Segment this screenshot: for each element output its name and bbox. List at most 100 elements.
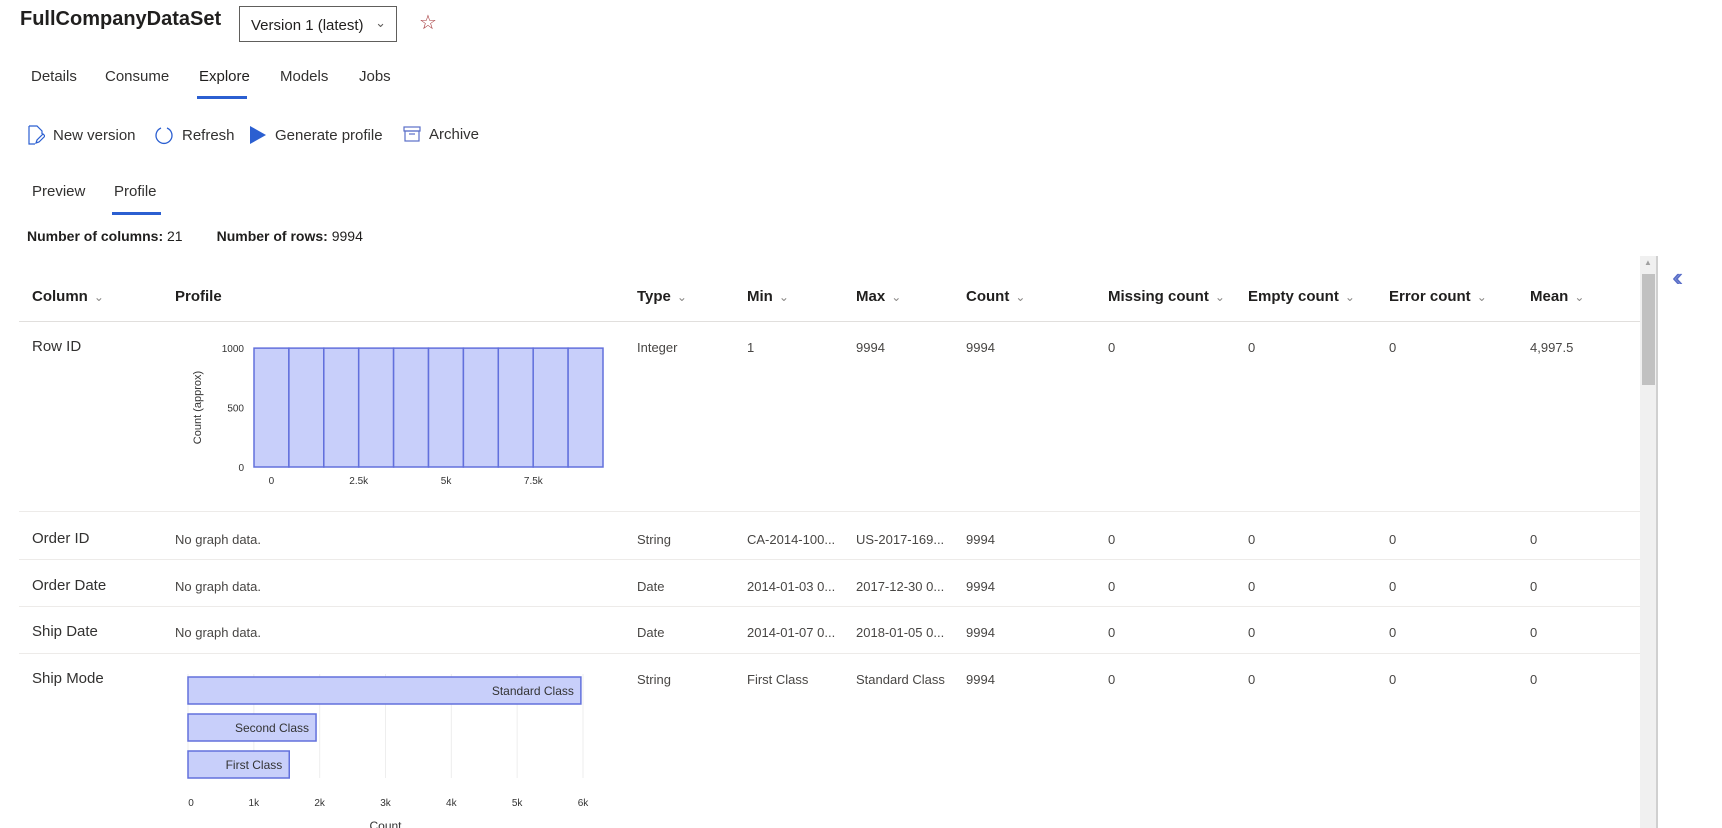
cell-type: String [637, 532, 671, 547]
tab-explore[interactable]: Explore [199, 68, 250, 85]
x-axis-label: Count [369, 819, 402, 828]
header-error-count[interactable]: Error count ⌄ [1389, 288, 1487, 305]
x-tick-label: 0 [188, 798, 194, 809]
x-tick-label: 2.5k [349, 476, 369, 487]
x-tick-label: 5k [512, 798, 524, 809]
collapse-panel-icon[interactable]: ‹‹ [1672, 262, 1684, 293]
header-label: Min [747, 288, 773, 305]
chevron-down-icon: ⌄ [1344, 290, 1355, 304]
y-axis-label: Count (approx) [192, 371, 204, 444]
cell-error-count: 0 [1389, 532, 1397, 547]
cell-empty-count: 0 [1248, 672, 1256, 687]
tab-details[interactable]: Details [31, 68, 77, 85]
row-id-histogram: 0 500 1000 0 2.5k 5k 7.5k Count (approx) [192, 344, 604, 487]
chevron-down-icon: ⌄ [676, 290, 687, 304]
dataset-stats: Number of columns: 21 Number of rows: 99… [27, 228, 363, 244]
chevron-down-icon: ⌄ [1015, 290, 1026, 304]
cell-column: Order ID [32, 530, 90, 547]
cell-min: CA-2014-100... [747, 532, 836, 547]
cell-type: Integer [637, 340, 678, 355]
active-tab-indicator [197, 96, 247, 99]
subtab-profile[interactable]: Profile [114, 183, 157, 200]
cell-max: 2018-01-05 0... [856, 625, 945, 640]
scrollbar-thumb[interactable] [1642, 274, 1655, 385]
header-label: Missing count [1108, 288, 1209, 305]
row-divider [19, 606, 1640, 607]
cell-profile: No graph data. [175, 579, 262, 594]
cell-error-count: 0 [1389, 672, 1397, 687]
cell-mean: 0 [1530, 532, 1538, 547]
rows-label: Number of rows: [216, 228, 328, 244]
header-label: Mean [1530, 288, 1569, 305]
x-tick-label: 1k [249, 798, 261, 809]
cell-count: 9994 [966, 340, 995, 355]
tab-jobs[interactable]: Jobs [359, 68, 391, 85]
header-profile[interactable]: Profile [175, 288, 222, 305]
x-tick-label: 0 [269, 476, 275, 487]
header-missing-count[interactable]: Missing count ⌄ [1108, 288, 1225, 305]
cell-missing-count: 0 [1108, 340, 1116, 355]
cell-type: String [637, 672, 671, 687]
refresh-icon [155, 127, 173, 144]
x-tick-label: 2k [314, 798, 326, 809]
cell-min: 1 [747, 340, 755, 355]
cell-mean: 0 [1530, 579, 1538, 594]
cell-column: Ship Mode [32, 670, 104, 687]
tab-consume[interactable]: Consume [105, 68, 169, 85]
header-column[interactable]: Column ⌄ [32, 288, 104, 305]
bar-label: Second Class [235, 721, 309, 735]
histogram-bar [357, 347, 395, 468]
cell-error-count: 0 [1389, 625, 1397, 640]
header-count[interactable]: Count ⌄ [966, 288, 1025, 305]
header-empty-count[interactable]: Empty count ⌄ [1248, 288, 1355, 305]
header-label: Type [637, 288, 671, 305]
header-mean[interactable]: Mean ⌄ [1530, 288, 1584, 305]
header-label: Column [32, 288, 88, 305]
cell-missing-count: 0 [1108, 672, 1116, 687]
rows-value: 9994 [331, 228, 363, 244]
cell-min: First Class [747, 672, 809, 687]
cell-empty-count: 0 [1248, 340, 1256, 355]
header-type[interactable]: Type ⌄ [637, 288, 687, 305]
histogram-bar [288, 347, 325, 468]
row-divider [19, 653, 1640, 654]
refresh-button[interactable]: Refresh [154, 125, 235, 145]
cell-max: 2017-12-30 0... [856, 579, 945, 594]
cell-column: Row ID [32, 338, 82, 355]
header-label: Count [966, 288, 1010, 305]
cell-type: Date [637, 625, 665, 640]
favorite-star-icon[interactable]: ☆ [419, 10, 437, 35]
generate-profile-button[interactable]: Generate profile [249, 125, 383, 145]
header-max[interactable]: Max ⌄ [856, 288, 901, 305]
tab-models[interactable]: Models [280, 68, 328, 85]
archive-button[interactable]: Archive [403, 125, 479, 143]
cell-column: Ship Date [32, 623, 98, 640]
dataset-title: FullCompanyDataSet [20, 8, 222, 30]
cell-mean: 0 [1530, 672, 1538, 687]
active-subtab-indicator [112, 212, 161, 215]
subtab-preview[interactable]: Preview [32, 183, 85, 200]
cell-error-count: 0 [1389, 340, 1397, 355]
new-version-label: New version [53, 126, 136, 144]
header-divider [19, 321, 1640, 322]
x-tick-label: 6k [578, 798, 590, 809]
x-tick-label: 3k [380, 798, 392, 809]
cell-error-count: 0 [1389, 579, 1397, 594]
header-min[interactable]: Min ⌄ [747, 288, 789, 305]
cell-count: 9994 [966, 672, 995, 687]
scroll-up-icon[interactable]: ▲ [1644, 258, 1652, 267]
chevron-down-icon: ⌄ [1476, 290, 1487, 304]
columns-label: Number of columns: [27, 228, 164, 244]
archive-icon [403, 126, 421, 142]
histogram-bar [392, 347, 430, 468]
cell-profile: No graph data. [175, 625, 262, 640]
histogram-bar [323, 347, 360, 468]
cell-mean: 0 [1530, 625, 1538, 640]
version-dropdown[interactable]: Version 1 (latest) ⌄ [239, 6, 397, 42]
new-version-button[interactable]: New version [27, 125, 136, 145]
cell-empty-count: 0 [1248, 532, 1256, 547]
version-value: Version 1 (latest) [251, 17, 364, 34]
cell-max: US-2017-169... [856, 532, 945, 547]
histogram-bar [427, 347, 465, 468]
chevron-down-icon: ⌄ [891, 290, 902, 304]
